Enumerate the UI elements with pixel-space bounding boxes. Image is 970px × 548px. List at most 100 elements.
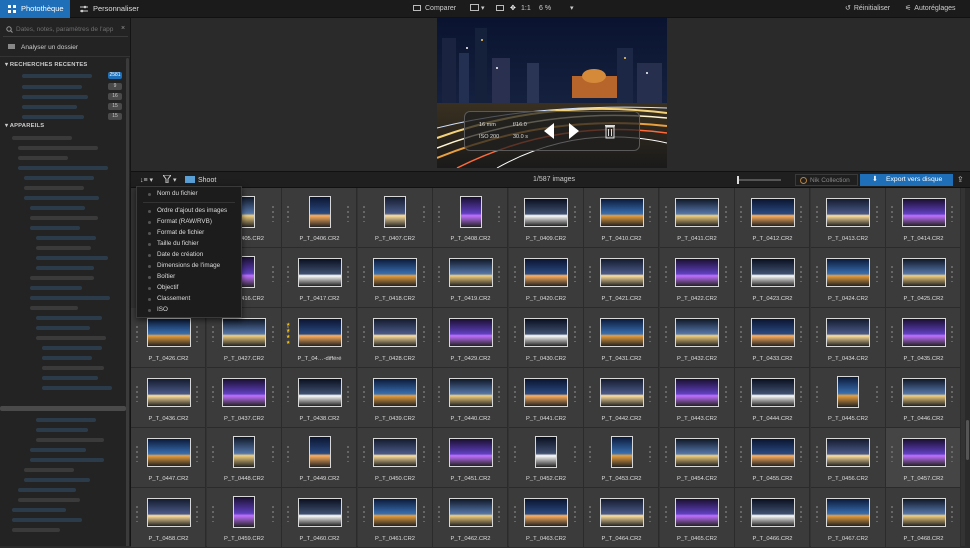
thumbnail-cell[interactable]: P_T_0455.CR2 (735, 428, 810, 488)
label-dots[interactable] (347, 446, 349, 462)
label-dots[interactable] (800, 326, 802, 342)
thumbnail-cell[interactable]: P_T_0443.CR2 (659, 368, 735, 428)
thumbnail-image[interactable] (297, 377, 342, 407)
label-dots[interactable] (951, 506, 953, 522)
thumbnail-cell[interactable]: P_T_0442.CR2 (584, 368, 659, 428)
label-dots[interactable] (422, 266, 425, 282)
thumbnail-cell[interactable]: P_T_0441.CR2 (508, 368, 584, 428)
rating-dots[interactable] (815, 266, 818, 282)
thumbnail-image[interactable] (222, 377, 266, 407)
thumbnail-cell[interactable]: P_T_0429.CR2 (433, 308, 508, 368)
recent-searches-header[interactable]: ▾ RECHERCHES RECENTES (5, 62, 87, 68)
label-dots[interactable] (573, 206, 576, 222)
label-dots[interactable] (271, 326, 274, 342)
label-dots[interactable] (347, 266, 349, 282)
thumbnail-image[interactable] (750, 437, 795, 467)
label-dots[interactable] (649, 206, 651, 222)
thumbnail-cell[interactable]: P_T_0436.CR2 (131, 368, 206, 428)
thumbnail-cell[interactable]: P_T_0461.CR2 (357, 488, 433, 548)
filter-button[interactable]: ▾ (162, 174, 176, 184)
thumbnail-image[interactable] (675, 197, 719, 227)
thumbnail-cell[interactable]: P_T_0430.CR2 (508, 308, 584, 368)
thumbnail-cell[interactable]: P_T_0467.CR2 (810, 488, 886, 548)
thumbnail-cell[interactable]: P_T_0445.CR2 (810, 368, 886, 428)
label-dots[interactable] (196, 386, 198, 402)
sort-option-body[interactable]: Boîtier (157, 273, 175, 280)
label-dots[interactable] (573, 446, 576, 462)
ratio-button[interactable]: 1:1 (521, 0, 531, 18)
thumbnail-cell[interactable]: P_T_0425.CR2 (886, 248, 961, 308)
rating-dots[interactable] (740, 326, 742, 342)
trash-icon[interactable] (604, 123, 616, 139)
compare-button[interactable]: Comparer (413, 0, 456, 18)
sidebar-scrollbar[interactable] (126, 58, 129, 546)
thumbnail-cell[interactable]: P_T_0410.CR2 (584, 188, 659, 248)
label-dots[interactable] (573, 386, 576, 402)
sort-button[interactable]: ↓≡ ▾ (140, 176, 153, 184)
thumbnail-cell[interactable]: P_T_0413.CR2 (810, 188, 886, 248)
label-dots[interactable] (347, 506, 349, 522)
label-dots[interactable] (498, 266, 500, 282)
rating-dots[interactable] (513, 266, 516, 282)
label-dots[interactable] (724, 206, 727, 222)
label-dots[interactable] (347, 326, 349, 342)
thumbnail-image[interactable] (750, 377, 795, 407)
thumbnail-cell[interactable]: P_T_0465.CR2 (659, 488, 735, 548)
thumbnail-cell[interactable]: P_T_0407.CR2 (357, 188, 433, 248)
thumbnail-image[interactable] (901, 197, 946, 227)
recent-search-item[interactable] (22, 105, 77, 109)
rating-dots[interactable] (891, 266, 893, 282)
rating-dots[interactable] (891, 386, 893, 402)
thumbnail-image[interactable] (675, 497, 719, 527)
recent-search-item[interactable] (22, 95, 88, 99)
rating-dots[interactable] (815, 506, 818, 522)
rating-dots[interactable] (740, 506, 742, 522)
thumbnail-cell[interactable]: P_T_0419.CR2 (433, 248, 508, 308)
thumbnail-image[interactable] (373, 437, 417, 467)
label-dots[interactable] (498, 386, 500, 402)
label-dots[interactable] (271, 446, 274, 462)
label-dots[interactable] (800, 446, 802, 462)
thumbnail-image[interactable] (297, 317, 342, 347)
thumbnail-image[interactable] (146, 497, 191, 527)
thumbnail-image[interactable] (524, 257, 568, 287)
label-dots[interactable] (875, 206, 878, 222)
sort-option-import-order[interactable]: Ordre d'ajout des images (157, 207, 227, 214)
previous-arrow-icon[interactable] (544, 123, 554, 139)
thumbnail-cell[interactable]: P_T_0451.CR2 (433, 428, 508, 488)
thumbnail-cell[interactable]: P_T_0456.CR2 (810, 428, 886, 488)
thumbnail-image[interactable] (297, 257, 342, 287)
thumbnail-cell[interactable]: P_T_0434.CR2 (810, 308, 886, 368)
rating-dots[interactable] (136, 506, 138, 522)
thumbnail-image[interactable] (826, 197, 870, 227)
label-dots[interactable] (573, 266, 576, 282)
thumbnail-cell[interactable]: P_T_0466.CR2 (735, 488, 810, 548)
thumbnail-image[interactable] (524, 377, 568, 407)
sort-option-rating[interactable]: Classement (157, 295, 190, 302)
thumbnail-cell[interactable]: P_T_0406.CR2 (282, 188, 357, 248)
sort-option-file-format[interactable]: Format de fichier (157, 229, 204, 236)
thumbnail-image[interactable] (448, 377, 493, 407)
sort-option-lens[interactable]: Objectif (157, 284, 178, 291)
rating-dots[interactable] (211, 386, 214, 402)
label-dots[interactable] (951, 386, 953, 402)
thumbnail-cell[interactable]: P_T_0453.CR2 (584, 428, 659, 488)
thumbnail-image[interactable] (233, 496, 255, 528)
thumbnail-image[interactable] (599, 377, 644, 407)
rating-dots[interactable] (891, 206, 893, 222)
thumbnail-image[interactable] (750, 317, 795, 347)
label-dots[interactable] (347, 206, 349, 222)
thumbnail-cell[interactable]: P_T_0452.CR2 (508, 428, 584, 488)
thumbnail-cell[interactable]: P_T_0414.CR2 (886, 188, 961, 248)
label-dots[interactable] (347, 386, 349, 402)
label-dots[interactable] (951, 266, 953, 282)
thumbnail-cell[interactable]: P_T_0433.CR2 (735, 308, 810, 368)
nik-collection-button[interactable]: Nik Collection (795, 174, 858, 186)
recent-search-item[interactable] (22, 115, 84, 119)
thumbnail-image[interactable] (535, 436, 557, 468)
rating-dots[interactable] (589, 266, 591, 282)
rating-dots[interactable] (287, 386, 289, 402)
thumbnail-image[interactable] (146, 317, 191, 347)
thumbnail-image[interactable] (837, 376, 859, 408)
thumbnail-cell[interactable]: P_T_0432.CR2 (659, 308, 735, 368)
